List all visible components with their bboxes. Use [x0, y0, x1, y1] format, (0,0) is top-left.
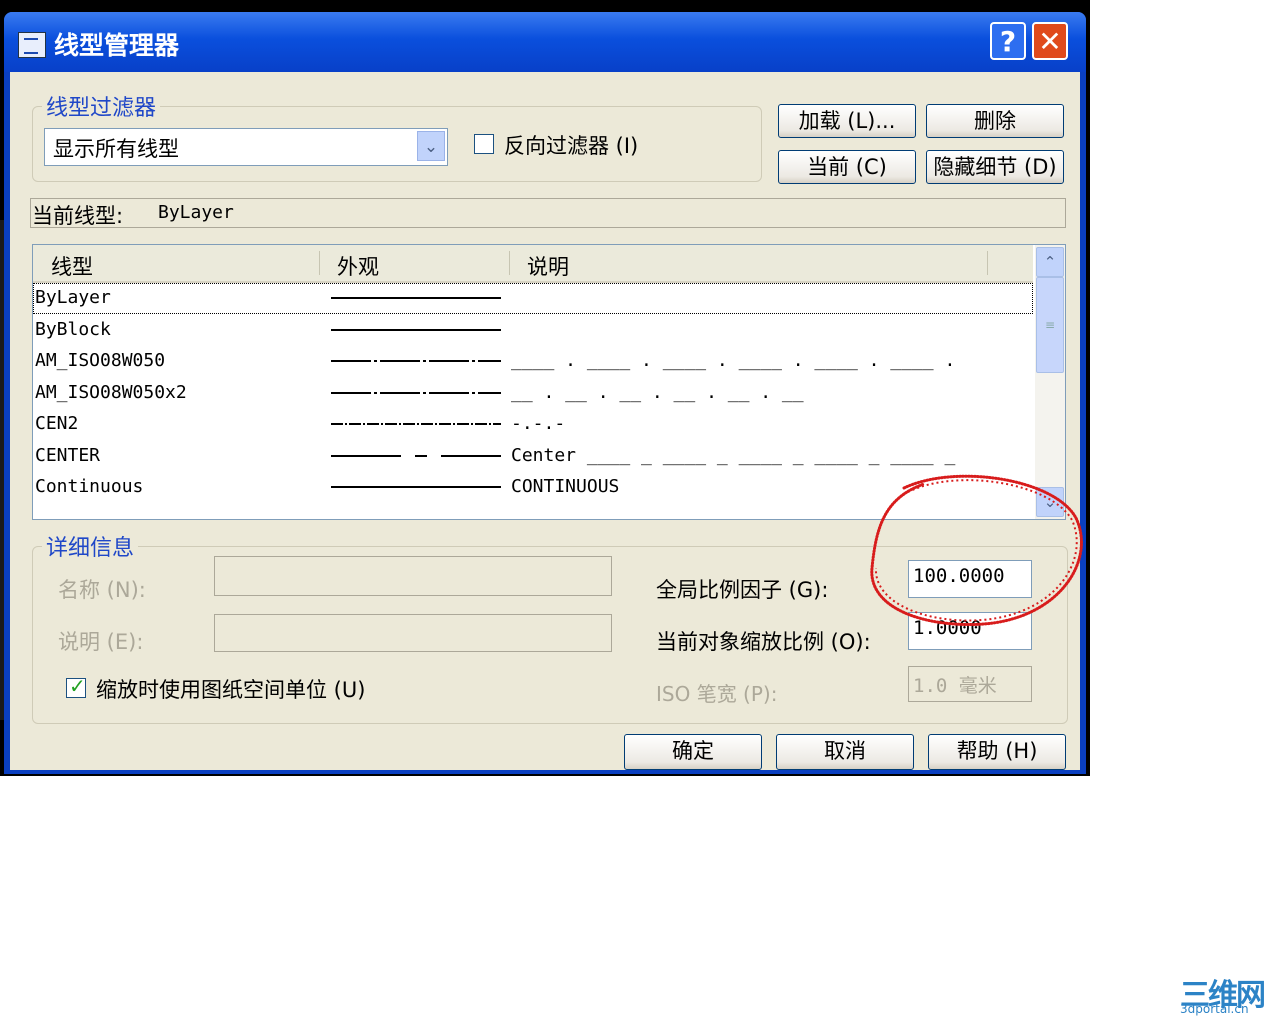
description-field [214, 614, 612, 652]
close-button[interactable]: ✕ [1032, 22, 1068, 60]
linetype-name: AM_ISO08W050 [35, 350, 166, 371]
list-item[interactable]: AM_ISO08W050x2 __ . __ . __ . __ . __ . _… [33, 378, 1033, 409]
help-title-button[interactable]: ? [990, 22, 1026, 60]
list-item[interactable]: CENTER Center ____ _ ____ _ ____ _ ____ _… [33, 441, 1033, 472]
invert-filter-label: 反向过滤器 (I) [504, 134, 639, 158]
linetype-name: ByBlock [35, 318, 111, 340]
load-button[interactable]: 加载 (L)... [778, 104, 916, 138]
paper-space-units-label: 缩放时使用图纸空间单位 (U) [96, 678, 366, 702]
linetype-filter-legend: 线型过滤器 [42, 90, 161, 122]
chevron-down-icon[interactable]: ⌄ [417, 131, 445, 161]
ok-button[interactable]: 确定 [624, 734, 762, 770]
name-field [214, 556, 612, 596]
linetype-preview [331, 297, 501, 299]
hide-details-button[interactable]: 隐藏细节 (D) [926, 150, 1064, 184]
column-header-description[interactable]: 说明 [527, 251, 569, 281]
linetype-preview [331, 423, 501, 425]
linetype-name: CENTER [35, 444, 101, 466]
column-divider[interactable] [987, 251, 988, 275]
linetype-preview [331, 486, 501, 488]
linetype-preview [331, 391, 501, 394]
current-linetype-value: ByLayer [158, 202, 234, 223]
help-button[interactable]: 帮助 (H) [928, 734, 1066, 770]
linetype-preview [331, 328, 501, 331]
filter-dropdown[interactable]: 显示所有线型 ⌄ [44, 128, 448, 166]
iso-pen-width-dropdown: 1.0 毫米 [908, 666, 1032, 702]
linetype-description: -.-.- [511, 413, 566, 434]
title-bar[interactable]: 线型管理器 ? ✕ [4, 12, 1086, 72]
linetype-name: AM_ISO08W050x2 [35, 381, 187, 403]
filter-dropdown-value: 显示所有线型 [53, 137, 179, 161]
paper-space-units-checkbox[interactable]: ✓ [66, 674, 86, 698]
cancel-button[interactable]: 取消 [776, 734, 914, 770]
global-scale-label: 全局比例因子 (G): [656, 578, 829, 602]
linetype-preview [331, 454, 501, 457]
details-legend: 详细信息 [42, 530, 139, 562]
list-item[interactable]: ByLayer [33, 283, 1033, 314]
object-scale-label: 当前对象缩放比例 (O): [656, 630, 871, 654]
column-header-linetype[interactable]: 线型 [51, 251, 93, 281]
app-icon [18, 32, 46, 58]
linetype-description: __ . __ . __ . __ . __ . __ [511, 381, 804, 403]
list-item[interactable]: ByBlock [33, 315, 1033, 346]
description-label: 说明 (E): [58, 630, 144, 654]
iso-pen-width-value: 1.0 毫米 [913, 675, 997, 697]
column-divider[interactable] [319, 251, 320, 275]
dialog-title: 线型管理器 [54, 31, 180, 60]
list-item[interactable]: AM_ISO08W050 ____ . ____ . ____ . ____ . … [33, 346, 1033, 377]
watermark-url: 3dportal.cn [1180, 1002, 1249, 1016]
scroll-thumb[interactable]: ≡ [1036, 277, 1064, 373]
linetype-manager-dialog: 线型管理器 ? ✕ 线型过滤器 显示所有线型 ⌄ 反向过滤器 (I) 加载 (L… [4, 12, 1086, 774]
linetype-preview [331, 360, 501, 362]
checkmark-icon: ✓ [69, 674, 86, 698]
column-header-appearance[interactable]: 外观 [337, 251, 379, 281]
linetype-description: Center ____ _ ____ _ ____ _ ____ _ ____ … [511, 444, 956, 466]
linetype-description: CONTINUOUS [511, 476, 620, 497]
linetype-description: ____ . ____ . ____ . ____ . ____ . ____ … [511, 350, 956, 371]
scroll-up-button[interactable]: ⌃ [1036, 247, 1064, 277]
linetype-name: ByLayer [35, 287, 111, 308]
current-button[interactable]: 当前 (C) [778, 150, 916, 184]
column-divider[interactable] [509, 251, 510, 275]
dialog-body: 线型过滤器 显示所有线型 ⌄ 反向过滤器 (I) 加载 (L)... 删除 当前… [10, 72, 1080, 770]
linetype-name: Continuous [35, 476, 144, 497]
name-label: 名称 (N): [58, 578, 146, 602]
delete-button[interactable]: 删除 [926, 104, 1064, 138]
list-header: 线型 外观 说明 [33, 245, 1033, 283]
list-item[interactable]: CEN2 -.-.- [33, 409, 1033, 440]
current-linetype-label: 当前线型: [32, 204, 124, 228]
invert-filter-checkbox[interactable] [474, 134, 494, 154]
red-annotation-circle [870, 474, 1083, 626]
linetype-name: CEN2 [35, 413, 79, 434]
iso-pen-width-label: ISO 笔宽 (P): [656, 682, 778, 706]
